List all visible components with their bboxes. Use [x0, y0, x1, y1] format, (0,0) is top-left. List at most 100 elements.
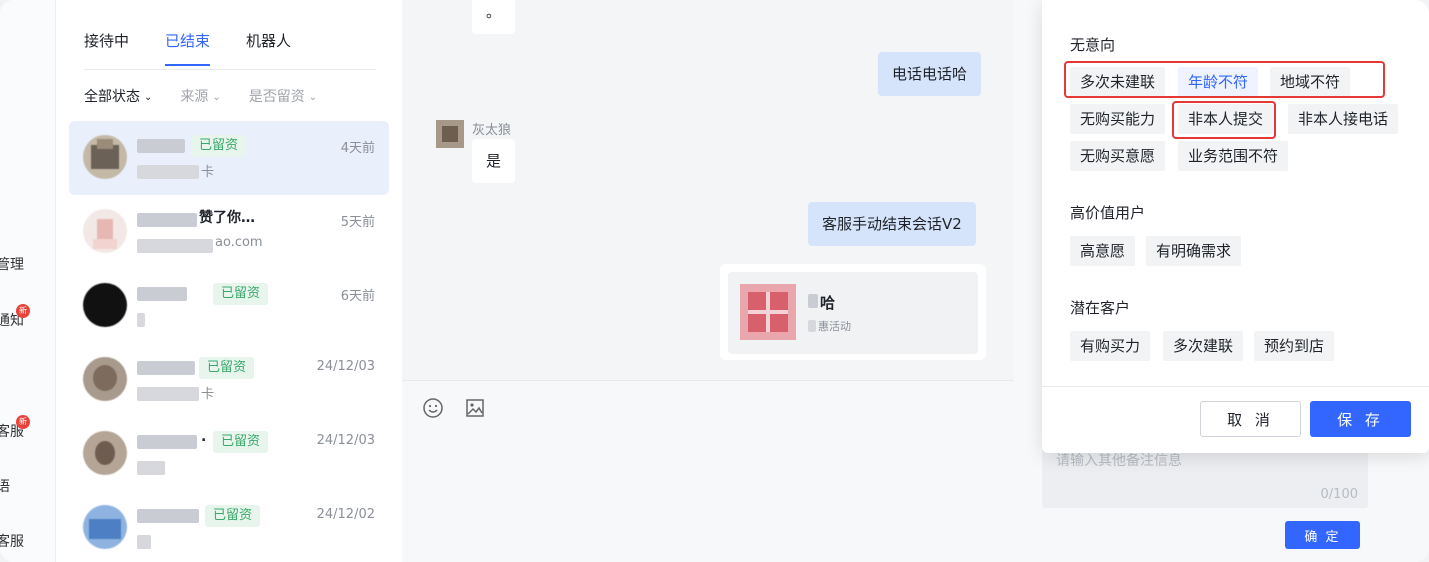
tag-chip[interactable]: 业务范围不符 [1178, 141, 1289, 171]
avatar [83, 209, 127, 253]
nav-item-language[interactable]: 语 [0, 476, 10, 496]
message-bubble-out: 客服手动结束会话V2 [808, 202, 976, 246]
tag-chip[interactable]: 非本人接电话 [1288, 104, 1399, 134]
message-bubble-in: 。 [472, 0, 516, 34]
tab-in-service[interactable]: 接待中 [84, 30, 129, 65]
session-list: 已留资 卡 4天前 赞了你… ao.com 5天前 已留资 6天前 已留资 卡 … [69, 121, 389, 562]
nav-item-label: 管理 [0, 257, 24, 273]
list-item[interactable]: 赞了你… ao.com 5天前 [69, 195, 389, 269]
row-time: 24/12/03 [316, 359, 375, 374]
row-time: 6天前 [340, 289, 375, 304]
status-badge: 已留资 [213, 431, 269, 453]
blurred-text [808, 320, 816, 332]
tag-chip[interactable]: 预约到店 [1254, 331, 1335, 361]
tag-chip[interactable]: 无购买意愿 [1070, 141, 1166, 171]
message-bubble-in: 是 [472, 139, 516, 183]
blurred-name [137, 139, 185, 153]
tag-chip[interactable]: 地域不符 [1270, 67, 1351, 97]
tab-ended[interactable]: 已结束 [165, 30, 211, 66]
filter-source[interactable]: 来源 ⌄ [180, 86, 220, 106]
tag-chip[interactable]: 非本人提交 [1178, 104, 1274, 134]
avatar [83, 283, 127, 327]
tab-robot[interactable]: 机器人 [246, 30, 291, 65]
list-item[interactable]: . 已留资 24/12/03 [69, 417, 389, 491]
avatar [83, 431, 127, 475]
tag-chip[interactable]: 无购买能力 [1070, 104, 1166, 134]
blurred-name [137, 213, 197, 227]
avatar [83, 135, 127, 179]
blurred-text [137, 165, 199, 179]
section-title-potential: 潜在客户 [1070, 299, 1131, 317]
blurred-text [137, 387, 199, 401]
blurred-text [137, 239, 213, 253]
row-time: 24/12/02 [316, 507, 375, 522]
activity-card[interactable]: 哈 惠活动 [720, 264, 986, 360]
session-tabs: 接待中 已结束 机器人 [84, 30, 327, 66]
avatar [436, 120, 464, 148]
chevron-down-icon: ⌄ [212, 92, 221, 103]
row-name: . [201, 429, 207, 445]
nav-item-service-2[interactable]: 客服 [0, 531, 24, 551]
tag-popup: 无意向 多次未建联 年龄不符 地域不符 无购买能力 非本人提交 非本人接电话 无… [1042, 0, 1429, 453]
row-preview: 卡 [201, 165, 215, 180]
confirm-button[interactable]: 确 定 [1285, 521, 1360, 549]
list-item[interactable]: 已留资 卡 24/12/03 [69, 343, 389, 417]
blurred-name [137, 509, 199, 523]
filter-lead[interactable]: 是否留资 ⌄ [249, 86, 317, 106]
tag-chip[interactable]: 多次建联 [1163, 331, 1244, 361]
section-title-no-intent: 无意向 [1070, 36, 1116, 54]
status-badge: 已留资 [191, 135, 247, 157]
blurred-name [137, 287, 187, 301]
nav-item-manage[interactable]: 管理 [0, 254, 24, 274]
blurred-text [137, 535, 151, 549]
tag-chip[interactable]: 有明确需求 [1146, 236, 1242, 266]
blurred-name [137, 435, 197, 449]
list-item[interactable]: 已留资 卡 4天前 [69, 121, 389, 195]
chat-input-area[interactable] [402, 380, 1014, 562]
blurred-text [808, 294, 818, 308]
tag-chip-selected[interactable]: 年龄不符 [1178, 67, 1259, 97]
row-time: 4天前 [340, 141, 375, 156]
left-nav: 管理 通知 新 客服 新 语 客服 [0, 0, 56, 562]
sender-name: 灰太狼 [472, 123, 512, 138]
activity-card-body: 哈 惠活动 [728, 272, 978, 354]
session-panel: 接待中 已结束 机器人 全部状态⌄ 来源⌄ 是否留资⌄ 已留资 卡 4天前 [56, 0, 402, 562]
card-thumbnail [740, 284, 796, 340]
filter-label: 来源 [180, 89, 209, 105]
remark-placeholder: 请输入其他备注信息 [1056, 453, 1182, 469]
row-name: 赞了你… [199, 210, 255, 226]
status-badge: 已留资 [199, 357, 255, 379]
tag-chip[interactable]: 高意愿 [1070, 236, 1136, 266]
image-icon[interactable] [464, 397, 486, 419]
emoji-icon[interactable] [422, 397, 444, 419]
app-window: 管理 通知 新 客服 新 语 客服 接待中 已结束 机器人 全部状态⌄ 来源⌄ … [0, 0, 1429, 562]
nav-item-label: 语 [0, 479, 10, 495]
filter-label: 是否留资 [248, 89, 305, 105]
filter-bar: 全部状态 ⌄ 来源 ⌄ 是否留资 ⌄ [84, 86, 317, 106]
message-bubble-out: 电话电话哈 [878, 52, 982, 96]
chevron-down-icon: ⌄ [308, 92, 318, 103]
status-badge: 已留资 [213, 283, 269, 305]
blurred-text [137, 461, 165, 475]
blurred-text [137, 313, 145, 327]
tag-chip[interactable]: 多次未建联 [1070, 67, 1166, 97]
char-count: 0/100 [1320, 487, 1358, 502]
row-time: 5天前 [340, 215, 375, 230]
cancel-button[interactable]: 取 消 [1200, 401, 1301, 437]
new-badge: 新 [16, 415, 30, 429]
status-badge: 已留资 [205, 505, 261, 527]
list-item[interactable]: 已留资 6天前 [69, 269, 389, 343]
filter-status[interactable]: 全部状态 ⌄ [84, 86, 152, 106]
card-subtitle: 惠活动 [818, 320, 851, 333]
filter-label: 全部状态 [84, 89, 140, 105]
popup-divider [1042, 386, 1429, 387]
tag-chip[interactable]: 有购买力 [1070, 331, 1151, 361]
avatar [83, 357, 127, 401]
save-button[interactable]: 保 存 [1310, 401, 1411, 437]
row-preview: ao.com [215, 235, 263, 250]
list-item[interactable]: 已留资 24/12/02 [69, 491, 389, 562]
row-preview: 卡 [201, 387, 215, 402]
nav-item-label: 客服 [0, 534, 24, 550]
card-title: 哈 [820, 294, 836, 312]
chat-area: 。 电话电话哈 灰太狼 是 客服手动结束会话V2 哈 惠活动 [402, 0, 1014, 380]
